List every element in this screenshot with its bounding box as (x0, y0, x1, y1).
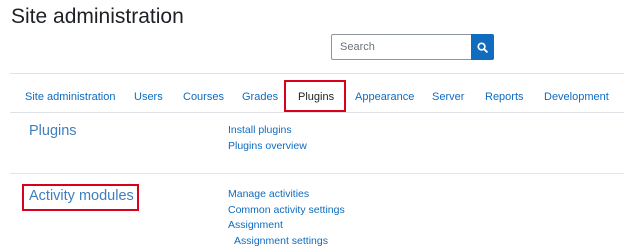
search-input[interactable] (331, 34, 471, 60)
tab-reports[interactable]: Reports (485, 91, 524, 103)
tab-courses[interactable]: Courses (183, 91, 224, 103)
page-title: Site administration (11, 5, 184, 28)
section-divider (10, 173, 624, 174)
nav-tabs: Site administration Users Courses Grades… (10, 73, 624, 113)
search-bar (331, 34, 494, 60)
section-title-plugins[interactable]: Plugins (29, 123, 77, 139)
link-manage-activities[interactable]: Manage activities (228, 188, 309, 200)
tab-server[interactable]: Server (432, 91, 464, 103)
section-title-activity-modules[interactable]: Activity modules (29, 188, 134, 204)
link-assignment-settings[interactable]: Assignment settings (234, 235, 328, 247)
tab-plugins[interactable]: Plugins (298, 91, 334, 103)
tab-grades[interactable]: Grades (242, 91, 278, 103)
search-button[interactable] (471, 34, 494, 60)
tab-site-administration[interactable]: Site administration (25, 91, 116, 103)
link-assignment[interactable]: Assignment (228, 219, 283, 231)
search-icon (477, 41, 488, 53)
link-common-activity-settings[interactable]: Common activity settings (228, 204, 345, 216)
link-plugins-overview[interactable]: Plugins overview (228, 140, 307, 152)
tab-users[interactable]: Users (134, 91, 163, 103)
tab-development[interactable]: Development (544, 91, 609, 103)
link-install-plugins[interactable]: Install plugins (228, 124, 292, 136)
tab-appearance[interactable]: Appearance (355, 91, 414, 103)
